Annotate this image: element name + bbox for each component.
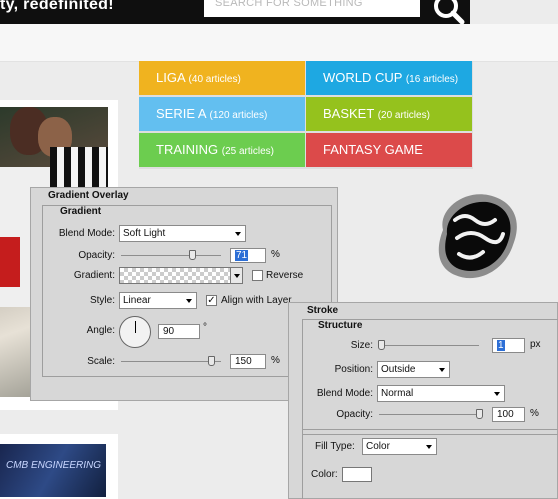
panel-title: Gradient Overlay xyxy=(48,190,129,201)
scale-field[interactable]: 150 xyxy=(230,354,266,369)
reverse-label: Reverse xyxy=(266,270,304,281)
category-count: (120 articles) xyxy=(209,110,268,121)
category-count: (20 articles) xyxy=(377,110,430,121)
opacity-label: Opacity: xyxy=(78,250,115,261)
article-card-2[interactable]: CMB ENGINEERING xyxy=(0,434,118,499)
top-bar: ty, redefinited! SEARCH FOR SOMETHING xyxy=(0,0,470,25)
panel-title: Stroke xyxy=(307,305,339,316)
scale-label: Scale: xyxy=(87,356,115,367)
percent-unit: % xyxy=(271,249,280,260)
blend-mode-select[interactable]: Soft Light xyxy=(119,225,246,242)
align-with-layer-checkbox[interactable]: ✓ xyxy=(206,295,217,306)
article-photo-2-text: CMB ENGINEERING xyxy=(6,460,102,471)
category-name: WORLD CUP xyxy=(323,70,403,85)
scale-slider-thumb[interactable] xyxy=(208,356,215,366)
style-select[interactable]: Linear xyxy=(119,292,197,309)
site-tagline: ty, redefinited! xyxy=(0,0,114,13)
header-strip xyxy=(0,24,558,62)
blend-mode-select[interactable]: Normal xyxy=(377,385,505,402)
category-world-cup[interactable]: WORLD CUP (16 articles) xyxy=(306,61,472,95)
gradient-dropdown[interactable] xyxy=(230,268,242,283)
opacity-slider-thumb[interactable] xyxy=(476,409,483,419)
size-value: 1 xyxy=(497,340,505,351)
category-training[interactable]: TRAINING (25 articles) xyxy=(139,133,305,167)
percent-unit: % xyxy=(530,408,539,419)
color-label: Color: xyxy=(311,469,338,480)
degree-unit: ° xyxy=(203,322,207,333)
blend-mode-label: Blend Mode: xyxy=(316,388,373,399)
category-grid: LIGA (40 articles) WORLD CUP (16 article… xyxy=(139,61,473,169)
fill-type-value: Color xyxy=(366,441,390,452)
category-name: TRAINING xyxy=(156,142,219,157)
opacity-slider-thumb[interactable] xyxy=(189,250,196,260)
search-icon xyxy=(434,0,465,25)
stroke-panel: Stroke Structure Size: 1 px Position: Ou… xyxy=(288,302,558,499)
category-count: (25 articles) xyxy=(221,146,274,157)
style-label: Style: xyxy=(89,295,115,306)
blend-mode-label: Blend Mode: xyxy=(58,228,115,239)
category-name: FANTASY GAME xyxy=(323,142,423,157)
chevron-down-icon xyxy=(186,299,192,303)
category-basket[interactable]: BASKET (20 articles) xyxy=(306,97,472,131)
group-title: Gradient xyxy=(58,206,104,217)
align-with-layer-label: Align with Layer xyxy=(221,295,292,306)
opacity-field[interactable]: 100 xyxy=(492,407,525,422)
chevron-down-icon xyxy=(234,274,240,278)
fill-type-label: Fill Type: xyxy=(315,441,355,452)
angle-needle xyxy=(135,321,136,333)
style-value: Linear xyxy=(123,295,151,306)
category-liga[interactable]: LIGA (40 articles) xyxy=(139,61,305,95)
chevron-down-icon xyxy=(494,392,500,396)
check-icon: ✓ xyxy=(207,295,216,306)
scale-value: 150 xyxy=(235,356,252,367)
angle-label: Angle: xyxy=(86,325,115,336)
opacity-slider[interactable] xyxy=(121,255,221,256)
position-label: Position: xyxy=(334,364,373,375)
article-photo-2: CMB ENGINEERING xyxy=(0,444,106,497)
chevron-down-icon xyxy=(439,368,445,372)
gradient-picker[interactable] xyxy=(119,267,243,284)
size-label: Size: xyxy=(350,340,373,351)
search-input[interactable]: SEARCH FOR SOMETHING xyxy=(204,0,420,17)
category-count: (40 articles) xyxy=(188,74,241,85)
opacity-label: Opacity: xyxy=(336,409,373,420)
group-title: Structure xyxy=(316,320,365,331)
category-serie-a[interactable]: SERIE A (120 articles) xyxy=(139,97,305,131)
size-field[interactable]: 1 xyxy=(492,338,525,353)
angle-value: 90 xyxy=(163,326,175,337)
angle-dial[interactable] xyxy=(119,316,151,348)
blend-mode-value: Soft Light xyxy=(123,228,166,239)
category-count: (16 articles) xyxy=(405,74,459,85)
px-unit: px xyxy=(530,339,541,350)
opacity-slider[interactable] xyxy=(379,414,479,415)
category-fantasy-game[interactable]: FANTASY GAME xyxy=(306,133,472,167)
gradient-label: Gradient: xyxy=(73,270,115,281)
reverse-checkbox[interactable] xyxy=(252,270,263,281)
chevron-down-icon xyxy=(235,232,241,236)
blend-mode-value: Normal xyxy=(381,388,414,399)
opacity-value: 100 xyxy=(497,409,514,420)
position-select[interactable]: Outside xyxy=(377,361,450,378)
opacity-field[interactable]: 71 xyxy=(230,248,266,263)
category-name: LIGA xyxy=(156,70,185,85)
opacity-value: 71 xyxy=(235,250,249,261)
chevron-down-icon xyxy=(426,445,432,449)
size-slider[interactable] xyxy=(379,345,479,346)
search-button[interactable] xyxy=(431,0,467,25)
category-name: BASKET xyxy=(323,106,375,121)
position-value: Outside xyxy=(381,364,416,375)
percent-unit: % xyxy=(271,355,280,366)
size-slider-thumb[interactable] xyxy=(378,340,385,350)
search-placeholder: SEARCH FOR SOMETHING xyxy=(215,0,363,9)
scale-slider[interactable] xyxy=(121,361,221,362)
angle-field[interactable]: 90 xyxy=(158,324,200,339)
calligraphy-logo-icon xyxy=(438,194,517,279)
category-name: SERIE A xyxy=(156,106,206,121)
fill-type-select[interactable]: Color xyxy=(362,438,437,455)
stroke-color-swatch[interactable] xyxy=(342,467,372,482)
